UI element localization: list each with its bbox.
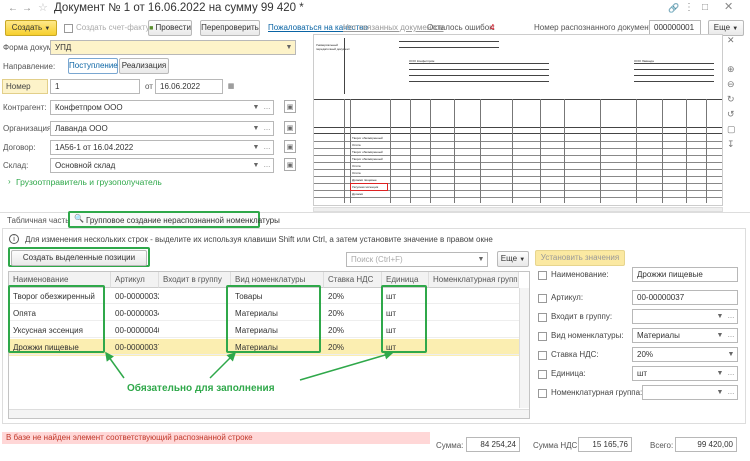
sum-value: 84 254,24: [480, 440, 516, 449]
right-ngroup-label: Номенклатурная группа:: [551, 388, 643, 397]
vat-checkbox[interactable]: [538, 351, 547, 360]
open-icon[interactable]: …: [726, 310, 736, 323]
article-checkbox[interactable]: [538, 294, 547, 303]
right-article-field[interactable]: 00-00000037: [632, 290, 738, 305]
sum-label: Сумма:: [436, 441, 464, 450]
right-kind-label: Вид номенклатуры:: [551, 331, 624, 340]
kind-checkbox[interactable]: [538, 332, 547, 341]
right-article-label: Артикул:: [551, 293, 584, 302]
open-icon[interactable]: …: [726, 367, 736, 380]
dropdown-icon[interactable]: ▼: [715, 386, 725, 399]
error-bar: В базе не найден элемент соответствующий…: [2, 432, 430, 444]
unit-checkbox[interactable]: [538, 370, 547, 379]
name-checkbox[interactable]: [538, 271, 547, 280]
right-unit-label: Единица:: [551, 369, 586, 378]
vat-sum-field: 15 165,76: [578, 437, 632, 452]
vat-sum-label: Сумма НДС:: [533, 441, 580, 450]
right-name-field[interactable]: Дрожжи пищевые: [632, 267, 738, 282]
total-label: Всего:: [650, 441, 674, 450]
sum-field: 84 254,24: [466, 437, 520, 452]
dropdown-icon[interactable]: ▼: [715, 310, 725, 323]
right-vat-field[interactable]: 20%: [632, 347, 738, 362]
required-annotation: Обязательно для заполнения: [127, 383, 275, 394]
open-icon[interactable]: …: [726, 386, 736, 399]
ngroup-checkbox[interactable]: [538, 389, 547, 398]
total-value: 99 420,00: [697, 440, 733, 449]
dropdown-icon[interactable]: ▼: [715, 367, 725, 380]
open-icon[interactable]: …: [726, 329, 736, 342]
right-name-label: Наименование:: [551, 270, 609, 279]
dropdown-icon[interactable]: ▼: [726, 348, 736, 361]
right-group-label: Входит в группу:: [551, 312, 613, 321]
error-text: В базе не найден элемент соответствующий…: [6, 433, 253, 442]
vat-sum-value: 15 165,76: [592, 440, 628, 449]
right-vat-label: Ставка НДС:: [551, 350, 599, 359]
group-checkbox[interactable]: [538, 313, 547, 322]
dropdown-icon[interactable]: ▼: [715, 329, 725, 342]
total-field: 99 420,00: [675, 437, 737, 452]
